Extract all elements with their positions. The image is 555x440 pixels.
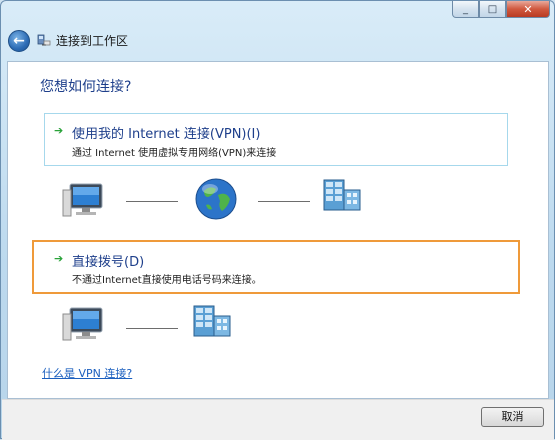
option-title: 直接拨号(D)	[72, 255, 145, 270]
minimize-button[interactable]: _	[452, 1, 479, 18]
window-controls: _ □ ✕	[452, 1, 550, 19]
server-icon	[322, 178, 364, 212]
computer-icon	[62, 182, 106, 218]
window-title: 连接到工作区	[56, 34, 129, 48]
connection-line	[126, 201, 178, 202]
arrow-icon: ➔	[54, 252, 64, 265]
back-arrow-icon: ←	[13, 33, 25, 49]
cancel-button[interactable]: 取消	[481, 407, 544, 427]
close-button[interactable]: ✕	[506, 1, 550, 18]
computer-icon	[62, 306, 106, 342]
network-connection-icon	[37, 33, 51, 47]
globe-icon	[194, 177, 238, 221]
vpn-help-link[interactable]: 什么是 VPN 连接?	[42, 365, 132, 381]
page-heading: 您想如何连接?	[40, 79, 132, 95]
vpn-option[interactable]: ➔ 使用我的 Internet 连接(VPN)(I) 通过 Internet 使…	[44, 113, 508, 166]
arrow-icon: ➔	[54, 124, 64, 137]
connection-line	[126, 328, 178, 329]
maximize-button[interactable]: □	[479, 1, 506, 18]
server-icon	[192, 304, 234, 338]
option-title: 使用我的 Internet 连接(VPN)(I)	[72, 127, 261, 142]
back-button[interactable]: ←	[8, 30, 30, 52]
wizard-content: 您想如何连接? ➔ 使用我的 Internet 连接(VPN)(I) 通过 In…	[7, 61, 549, 399]
dialup-option[interactable]: ➔ 直接拨号(D) 不通过Internet直接使用电话号码来连接。	[32, 240, 520, 294]
option-description: 不通过Internet直接使用电话号码来连接。	[72, 275, 262, 286]
dialog-window: _ □ ✕ ← 连接到工作区 您想如何连接? ➔ 使用我的 Internet 连…	[0, 0, 555, 440]
connection-line	[258, 201, 310, 202]
option-description: 通过 Internet 使用虚拟专用网络(VPN)来连接	[72, 148, 277, 159]
dialog-footer	[2, 399, 554, 440]
